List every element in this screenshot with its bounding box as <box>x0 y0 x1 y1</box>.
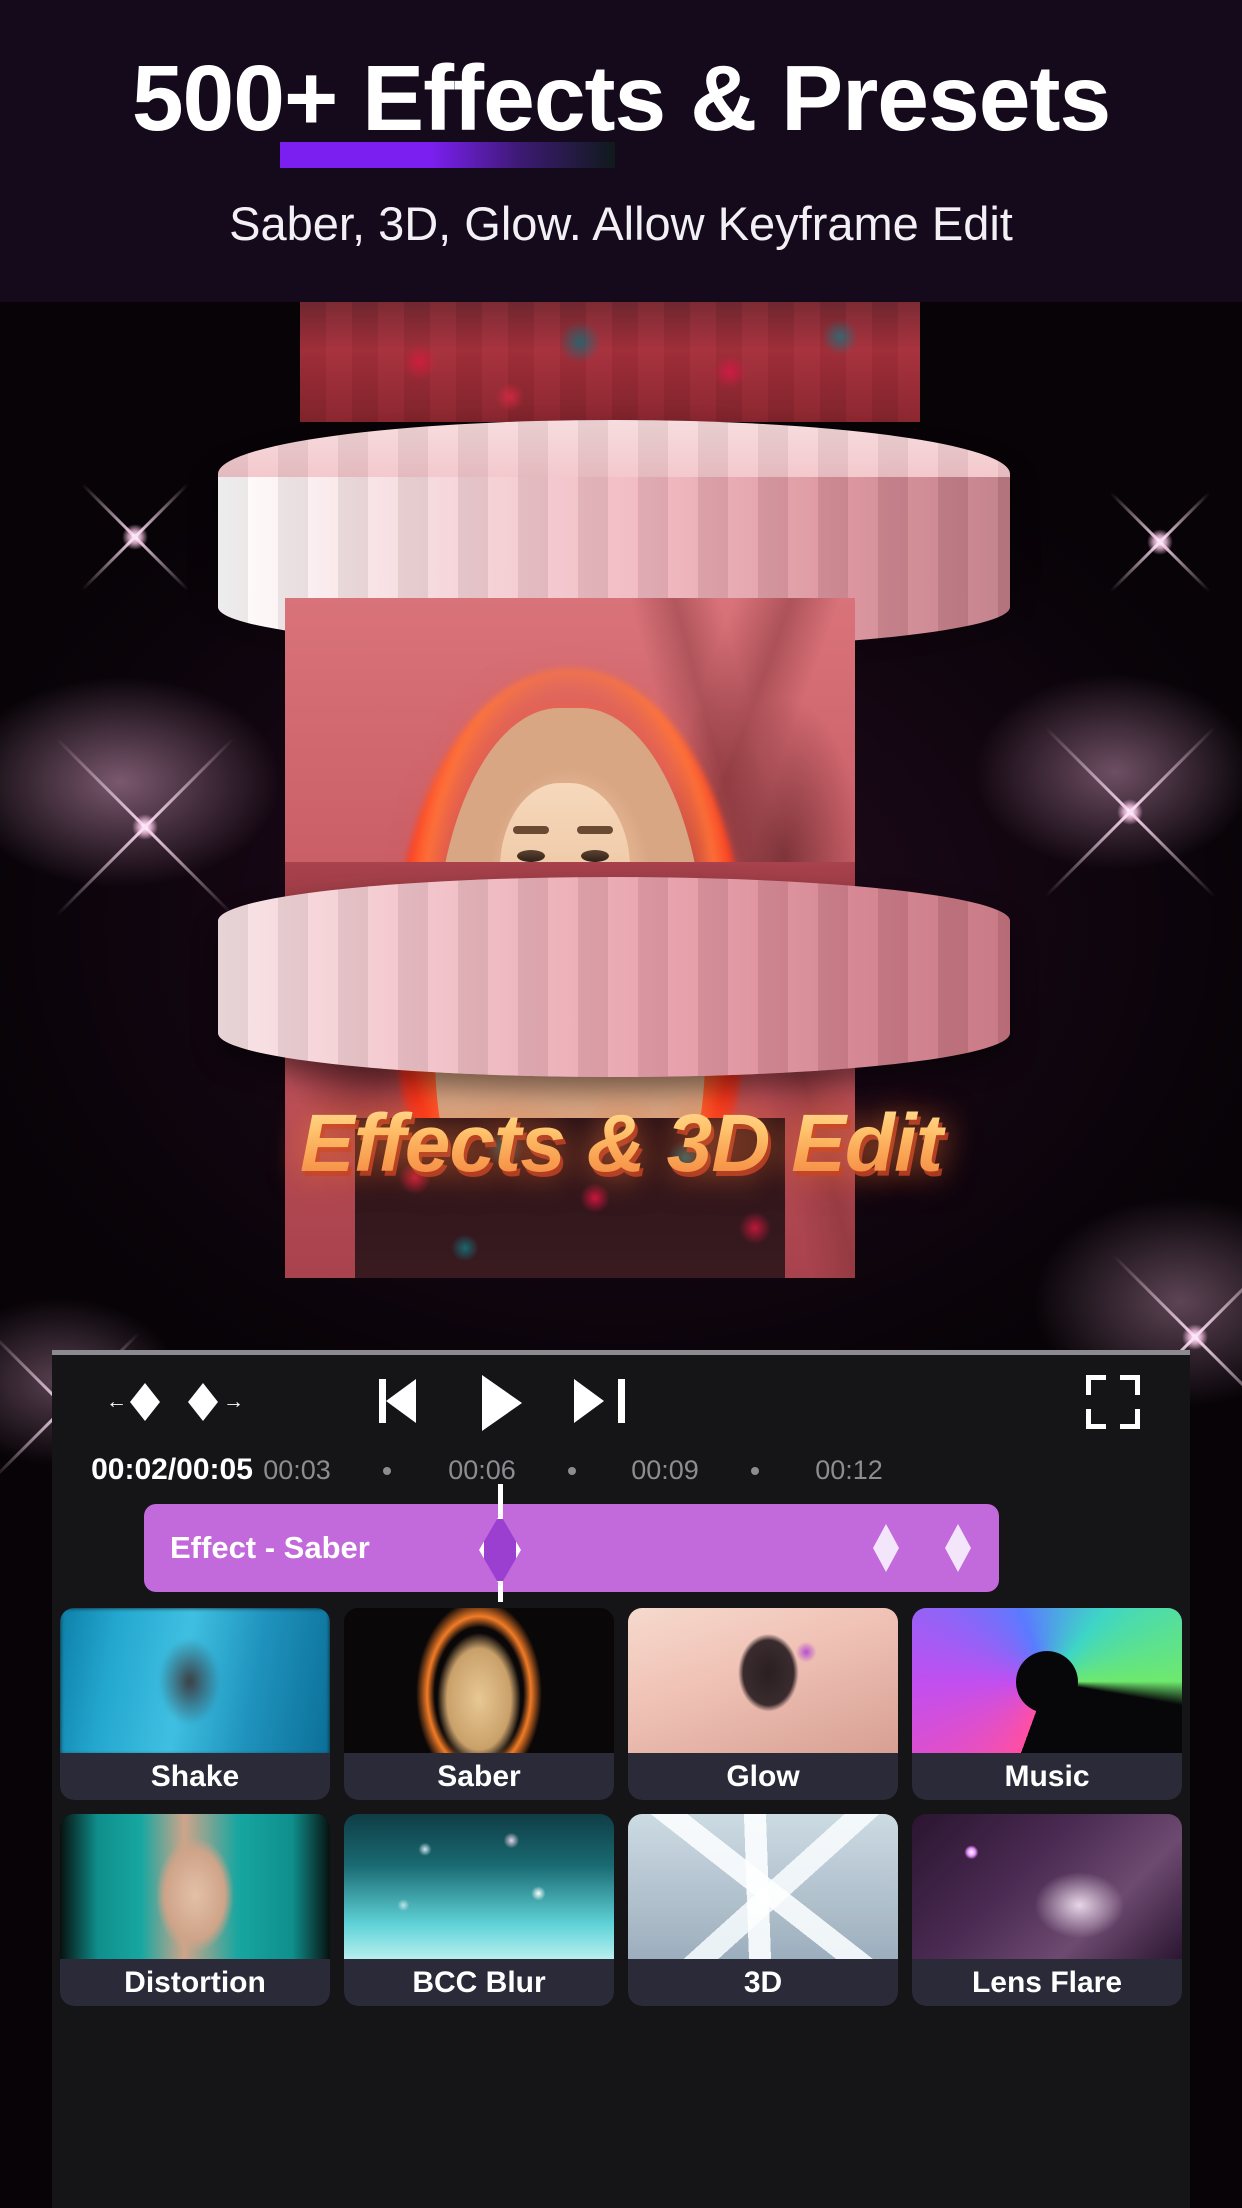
play-triangle-icon <box>482 1375 522 1431</box>
ruler-tick-label: 00:12 <box>815 1455 883 1485</box>
page-title: 500+ Effects & Presets <box>131 46 1111 150</box>
fullscreen-corner-bl-icon <box>1086 1409 1106 1429</box>
next-keyframe-button[interactable]: → <box>176 1377 246 1427</box>
effect-item-saber[interactable]: Saber <box>344 1608 614 1800</box>
editor-panel: ← → 00:02/00:05 00:03 00:06 00:09 00:12 … <box>52 1350 1190 2208</box>
play-button[interactable] <box>476 1373 530 1431</box>
ruler-tick-dot <box>568 1467 576 1475</box>
carousel-top-ring-face <box>218 477 1010 649</box>
fullscreen-button[interactable] <box>1086 1375 1140 1429</box>
next-keyframe-arrow-icon: → <box>223 1390 244 1413</box>
effect-label: Distortion <box>60 1959 330 2006</box>
ruler-tick-label: 00:03 <box>263 1455 331 1485</box>
effect-thumbnail <box>912 1814 1182 1961</box>
ruler-tick-dot <box>383 1467 391 1475</box>
effect-item-music[interactable]: Music <box>912 1608 1182 1800</box>
page-title-wrap: 500+ Effects & Presets <box>0 46 1242 168</box>
skip-previous-triangle-icon <box>386 1379 416 1423</box>
effect-clip-label: Effect - Saber <box>170 1530 370 1565</box>
ruler-tick-dot <box>751 1467 759 1475</box>
effect-thumbnail <box>628 1608 898 1755</box>
portrait-eye-right <box>581 850 609 862</box>
effect-item-3d[interactable]: 3D <box>628 1814 898 2006</box>
timeline-ruler[interactable]: 00:02/00:05 00:03 00:06 00:09 00:12 <box>52 1447 1190 1495</box>
effect-label: Lens Flare <box>912 1959 1182 2006</box>
page-subtitle: Saber, 3D, Glow. Allow Keyframe Edit <box>229 197 1013 250</box>
ruler-tick-label: 00:09 <box>631 1455 699 1485</box>
fullscreen-corner-tr-icon <box>1120 1375 1140 1395</box>
fullscreen-corner-br-icon <box>1120 1409 1140 1429</box>
ruler-tick-label: 00:06 <box>448 1455 516 1485</box>
effect-thumbnail <box>912 1608 1182 1755</box>
carousel-bottom-ring <box>218 877 1010 1077</box>
effect-item-bcc-blur[interactable]: BCC Blur <box>344 1814 614 2006</box>
effect-item-lens-flare[interactable]: Lens Flare <box>912 1814 1182 2006</box>
effect-thumbnail <box>60 1608 330 1755</box>
effect-thumbnail <box>628 1814 898 1961</box>
effect-thumbnail <box>60 1814 330 1961</box>
carousel-3d <box>0 302 1242 1352</box>
prev-keyframe-arrow-icon: ← <box>106 1390 127 1413</box>
portrait-brow-left <box>513 826 549 834</box>
effects-grid: Shake Saber Glow Music Distortion BCC Bl… <box>52 1608 1190 2006</box>
effect-item-shake[interactable]: Shake <box>60 1608 330 1800</box>
effect-label: Music <box>912 1753 1182 1800</box>
effect-clip[interactable]: Effect - Saber <box>144 1504 999 1592</box>
carousel-top-photo <box>300 302 920 422</box>
timeline-track-area: Effect - Saber <box>52 1484 1190 1603</box>
effect-label: BCC Blur <box>344 1959 614 2006</box>
skip-previous-button[interactable] <box>378 1375 432 1429</box>
portrait-eye-left <box>517 850 545 862</box>
effect-label: Saber <box>344 1753 614 1800</box>
skip-next-bar-icon <box>618 1379 625 1423</box>
playhead[interactable] <box>479 1484 521 1602</box>
prev-keyframe-button[interactable]: ← <box>102 1377 172 1427</box>
effect-label: Glow <box>628 1753 898 1800</box>
effect-thumbnail <box>344 1814 614 1961</box>
keyframe-diamond-icon[interactable] <box>873 1524 899 1572</box>
skip-next-button[interactable] <box>572 1375 626 1429</box>
next-keyframe-diamond-icon <box>188 1383 218 1421</box>
effect-item-distortion[interactable]: Distortion <box>60 1814 330 2006</box>
portrait-brow-right <box>577 826 613 834</box>
skip-next-triangle-icon <box>574 1379 604 1423</box>
effect-thumbnail <box>344 1608 614 1755</box>
keyframe-diamond-icon[interactable] <box>945 1524 971 1572</box>
skip-previous-bar-icon <box>379 1379 386 1423</box>
fullscreen-corner-tl-icon <box>1086 1375 1106 1395</box>
effect-label: Shake <box>60 1753 330 1800</box>
prev-keyframe-diamond-icon <box>130 1383 160 1421</box>
effect-item-glow[interactable]: Glow <box>628 1608 898 1800</box>
promo-header: 500+ Effects & Presets Saber, 3D, Glow. … <box>0 0 1242 302</box>
playback-controls: ← → <box>52 1355 1190 1447</box>
effects-overlay-text: Effects & 3D Edit <box>0 1097 1242 1191</box>
current-time-label: 00:02/00:05 <box>91 1453 253 1486</box>
effect-label: 3D <box>628 1959 898 2006</box>
